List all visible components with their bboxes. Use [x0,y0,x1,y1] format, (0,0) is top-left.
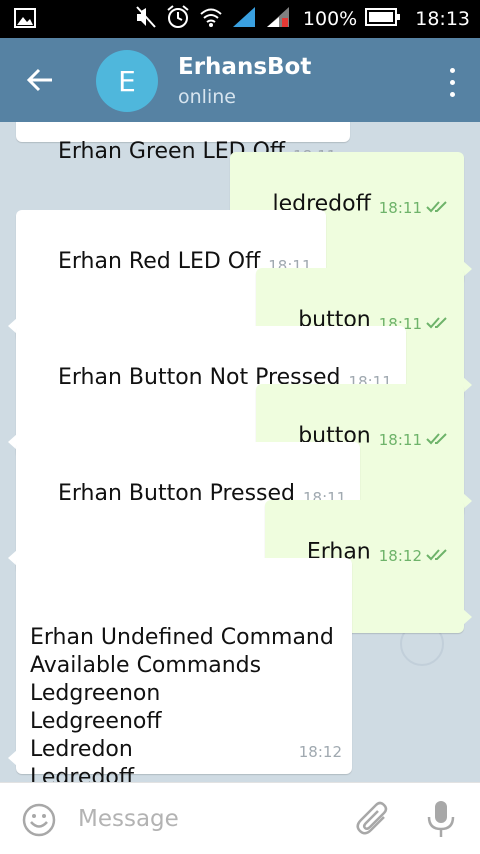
message-time: 18:12 [298,743,342,761]
alarm-icon [165,4,191,34]
bubble-tail [8,750,17,766]
paperclip-icon[interactable] [356,801,390,837]
bubble-tail [463,492,472,509]
message-text: Erhan Undefined Command Available Comman… [30,625,334,782]
battery-percent: 100% [302,8,358,30]
message-text: Erhan Button Pressed [57,481,295,506]
bubble-tail [463,376,472,393]
double-check-icon [426,543,450,571]
message-input[interactable] [78,801,338,837]
back-button[interactable] [20,60,60,100]
message-time: 18:11 [378,431,422,449]
more-dot [449,91,455,97]
bubble-tail [463,608,472,625]
message-meta: 18:12 [379,542,450,571]
message-text: Erhan Red LED Off [57,249,261,274]
message-incoming[interactable]: Erhan Green LED Off18:11 [16,122,351,165]
arrow-left-icon [26,68,52,92]
clock: 18:13 [415,8,470,30]
double-check-icon [426,311,450,339]
chat-header: E ErhansBot online [0,38,480,122]
signal-icon [231,5,257,33]
wifi-icon [199,6,223,32]
double-check-icon [426,195,450,223]
double-check-icon [426,427,450,455]
message-time: 18:11 [378,199,422,217]
message-time: 18:12 [378,547,422,565]
emoji-icon[interactable] [22,803,56,837]
signal-2-icon [265,5,291,33]
avatar[interactable]: E [96,50,158,112]
message-incoming[interactable]: Erhan Undefined Command Available Comman… [8,558,352,782]
compose-bar [0,782,480,854]
gallery-icon [14,8,36,28]
more-dot [449,67,455,73]
more-options-button[interactable] [442,64,462,100]
status-bar: 100% 18:13 [0,0,480,38]
mute-icon [135,5,157,33]
bubble-tail [463,260,472,277]
chat-title[interactable]: ErhansBot [178,54,311,80]
chat-status: online [178,86,236,108]
microphone-icon[interactable] [424,799,458,839]
battery-icon [365,7,401,31]
more-dot [449,79,455,85]
message-meta: 18:11 [379,194,450,223]
message-meta: 18:11 [379,426,450,455]
message-list[interactable]: Erhan Green LED Off18:11 ledredoff18:11 … [0,122,480,782]
